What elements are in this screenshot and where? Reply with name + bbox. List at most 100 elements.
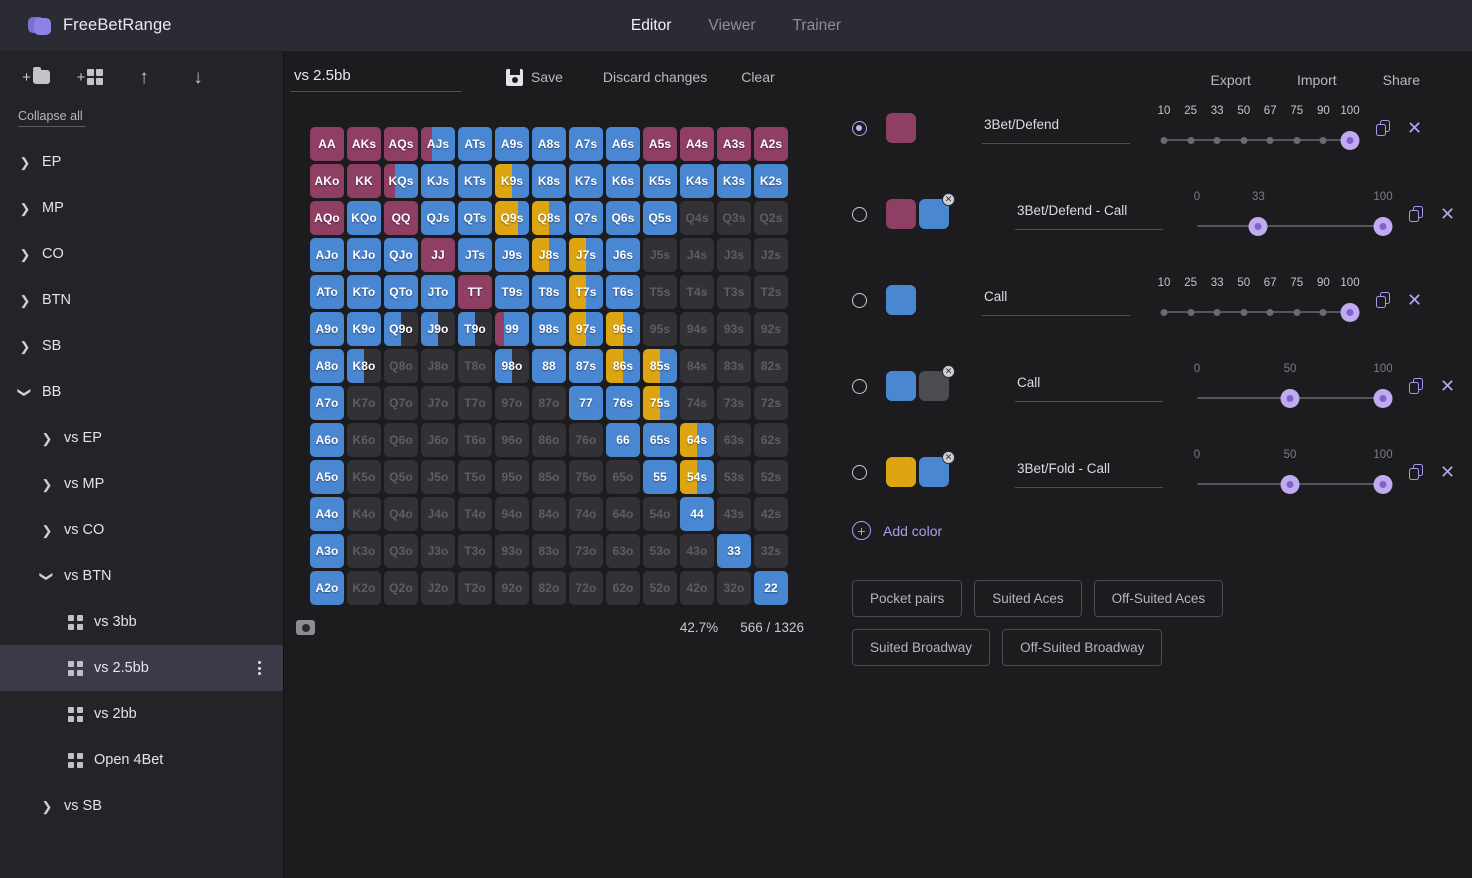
hand-cell-A8s[interactable]: A8s bbox=[532, 126, 566, 161]
sidebar-item-vs-ep[interactable]: ❯ vs EP bbox=[0, 415, 283, 461]
remove-swatch-icon[interactable]: ✕ bbox=[942, 365, 955, 378]
close-icon[interactable]: ✕ bbox=[1407, 291, 1422, 309]
sidebar-item-vs-sb[interactable]: ❯ vs SB bbox=[0, 783, 283, 829]
hand-cell-88[interactable]: 88 bbox=[532, 348, 566, 383]
hand-cell-T8s[interactable]: T8s bbox=[532, 274, 566, 309]
hand-cell-A9o[interactable]: A9o bbox=[310, 311, 344, 346]
hand-cell-KK[interactable]: KK bbox=[347, 163, 381, 198]
kebab-icon[interactable] bbox=[258, 661, 261, 675]
hand-cell-KQo[interactable]: KQo bbox=[347, 200, 381, 235]
hand-cell-53s[interactable]: 53s bbox=[717, 459, 751, 494]
chevron-right-icon[interactable]: ❯ bbox=[40, 524, 54, 537]
import-button[interactable]: Import bbox=[1287, 66, 1347, 94]
hand-cell-84o[interactable]: 84o bbox=[532, 496, 566, 531]
hand-cell-A3o[interactable]: A3o bbox=[310, 533, 344, 568]
hand-cell-ATs[interactable]: ATs bbox=[458, 126, 492, 161]
chevron-right-icon[interactable]: ❯ bbox=[40, 478, 54, 491]
hand-cell-87o[interactable]: 87o bbox=[532, 385, 566, 420]
move-down-button[interactable]: ↓ bbox=[172, 59, 224, 95]
preset-pocket-pairs[interactable]: Pocket pairs bbox=[852, 580, 963, 617]
color-swatch[interactable] bbox=[886, 371, 916, 401]
hand-cell-96o[interactable]: 96o bbox=[495, 422, 529, 457]
hand-cell-82o[interactable]: 82o bbox=[532, 570, 566, 605]
hand-cell-T9o[interactable]: T9o bbox=[458, 311, 492, 346]
hand-cell-Q6s[interactable]: Q6s bbox=[606, 200, 640, 235]
color-name-input[interactable] bbox=[1017, 374, 1161, 390]
color-select-radio[interactable] bbox=[852, 464, 867, 480]
hand-cell-99[interactable]: 99 bbox=[495, 311, 529, 346]
preset-suited-broadway[interactable]: Suited Broadway bbox=[852, 629, 991, 666]
hand-cell-Q2s[interactable]: Q2s bbox=[754, 200, 788, 235]
hand-cell-J3s[interactable]: J3s bbox=[717, 237, 751, 272]
hand-cell-54o[interactable]: 54o bbox=[643, 496, 677, 531]
tab-editor[interactable]: Editor bbox=[629, 15, 674, 37]
hand-cell-K2o[interactable]: K2o bbox=[347, 570, 381, 605]
hand-cell-QTs[interactable]: QTs bbox=[458, 200, 492, 235]
frequency-slider[interactable]: 0 33 100 bbox=[1194, 191, 1393, 237]
hand-cell-K5s[interactable]: K5s bbox=[643, 163, 677, 198]
slider-step-dot[interactable] bbox=[1240, 136, 1248, 144]
hand-cell-85o[interactable]: 85o bbox=[532, 459, 566, 494]
hand-cell-AKs[interactable]: AKs bbox=[347, 126, 381, 161]
slider-step-dot[interactable] bbox=[1187, 136, 1195, 144]
hand-cell-T2s[interactable]: T2s bbox=[754, 274, 788, 309]
hand-cell-K9o[interactable]: K9o bbox=[347, 311, 381, 346]
hand-cell-53o[interactable]: 53o bbox=[643, 533, 677, 568]
chevron-right-icon[interactable]: ❯ bbox=[18, 340, 32, 353]
hand-cell-J2s[interactable]: J2s bbox=[754, 237, 788, 272]
hand-cell-AA[interactable]: AA bbox=[310, 126, 344, 161]
hand-cell-95s[interactable]: 95s bbox=[643, 311, 677, 346]
hand-cell-A6o[interactable]: A6o bbox=[310, 422, 344, 457]
color-select-radio[interactable] bbox=[852, 120, 867, 136]
hand-cell-95o[interactable]: 95o bbox=[495, 459, 529, 494]
hand-cell-QTo[interactable]: QTo bbox=[384, 274, 418, 309]
hand-cell-K8o[interactable]: K8o bbox=[347, 348, 381, 383]
hand-cell-Q9o[interactable]: Q9o bbox=[384, 311, 418, 346]
slider-step-dot[interactable] bbox=[1160, 136, 1168, 144]
slider-handle[interactable] bbox=[1373, 474, 1393, 494]
slider-handle[interactable] bbox=[1248, 216, 1268, 236]
slider-handle[interactable] bbox=[1340, 302, 1360, 322]
slider-step-dot[interactable] bbox=[1213, 136, 1221, 144]
hand-cell-75o[interactable]: 75o bbox=[569, 459, 603, 494]
hand-cell-84s[interactable]: 84s bbox=[680, 348, 714, 383]
hand-cell-A4o[interactable]: A4o bbox=[310, 496, 344, 531]
hand-cell-K2s[interactable]: K2s bbox=[754, 163, 788, 198]
hand-cell-97s[interactable]: 97s bbox=[569, 311, 603, 346]
hand-cell-J4o[interactable]: J4o bbox=[421, 496, 455, 531]
discard-changes-button[interactable]: Discard changes bbox=[593, 63, 717, 91]
hand-cell-Q3s[interactable]: Q3s bbox=[717, 200, 751, 235]
hand-cell-92o[interactable]: 92o bbox=[495, 570, 529, 605]
sidebar-item-vs-3bb[interactable]: vs 3bb bbox=[0, 599, 283, 645]
color-name-input[interactable] bbox=[984, 288, 1128, 304]
hand-cell-82s[interactable]: 82s bbox=[754, 348, 788, 383]
frequency-slider[interactable]: 10 25 33 50 67 75 90 100 bbox=[1158, 277, 1360, 323]
hand-cell-JTs[interactable]: JTs bbox=[458, 237, 492, 272]
hand-cell-T8o[interactable]: T8o bbox=[458, 348, 492, 383]
hand-cell-Q4o[interactable]: Q4o bbox=[384, 496, 418, 531]
hand-cell-76o[interactable]: 76o bbox=[569, 422, 603, 457]
frequency-slider[interactable]: 10 25 33 50 67 75 90 100 bbox=[1158, 105, 1360, 151]
hand-cell-T5o[interactable]: T5o bbox=[458, 459, 492, 494]
slider-handle[interactable] bbox=[1373, 388, 1393, 408]
hand-cell-A3s[interactable]: A3s bbox=[717, 126, 751, 161]
hand-cell-T7o[interactable]: T7o bbox=[458, 385, 492, 420]
slider-handle[interactable] bbox=[1373, 216, 1393, 236]
hand-cell-Q2o[interactable]: Q2o bbox=[384, 570, 418, 605]
hand-cell-KTs[interactable]: KTs bbox=[458, 163, 492, 198]
share-button[interactable]: Share bbox=[1373, 66, 1430, 94]
preset-suited-aces[interactable]: Suited Aces bbox=[974, 580, 1082, 617]
hand-cell-97o[interactable]: 97o bbox=[495, 385, 529, 420]
add-color-button[interactable]: + Add color bbox=[852, 521, 1432, 540]
sidebar-item-vs-co[interactable]: ❯ vs CO bbox=[0, 507, 283, 553]
sidebar-item-vs-mp[interactable]: ❯ vs MP bbox=[0, 461, 283, 507]
hand-cell-K4o[interactable]: K4o bbox=[347, 496, 381, 531]
hand-cell-K9s[interactable]: K9s bbox=[495, 163, 529, 198]
slider-step-dot[interactable] bbox=[1240, 308, 1248, 316]
hand-cell-AJo[interactable]: AJo bbox=[310, 237, 344, 272]
hand-cell-77[interactable]: 77 bbox=[569, 385, 603, 420]
hand-cell-92s[interactable]: 92s bbox=[754, 311, 788, 346]
chevron-right-icon[interactable]: ❯ bbox=[40, 432, 54, 445]
slider-track[interactable] bbox=[1160, 129, 1360, 151]
sidebar-item-sb[interactable]: ❯ SB bbox=[0, 323, 283, 369]
